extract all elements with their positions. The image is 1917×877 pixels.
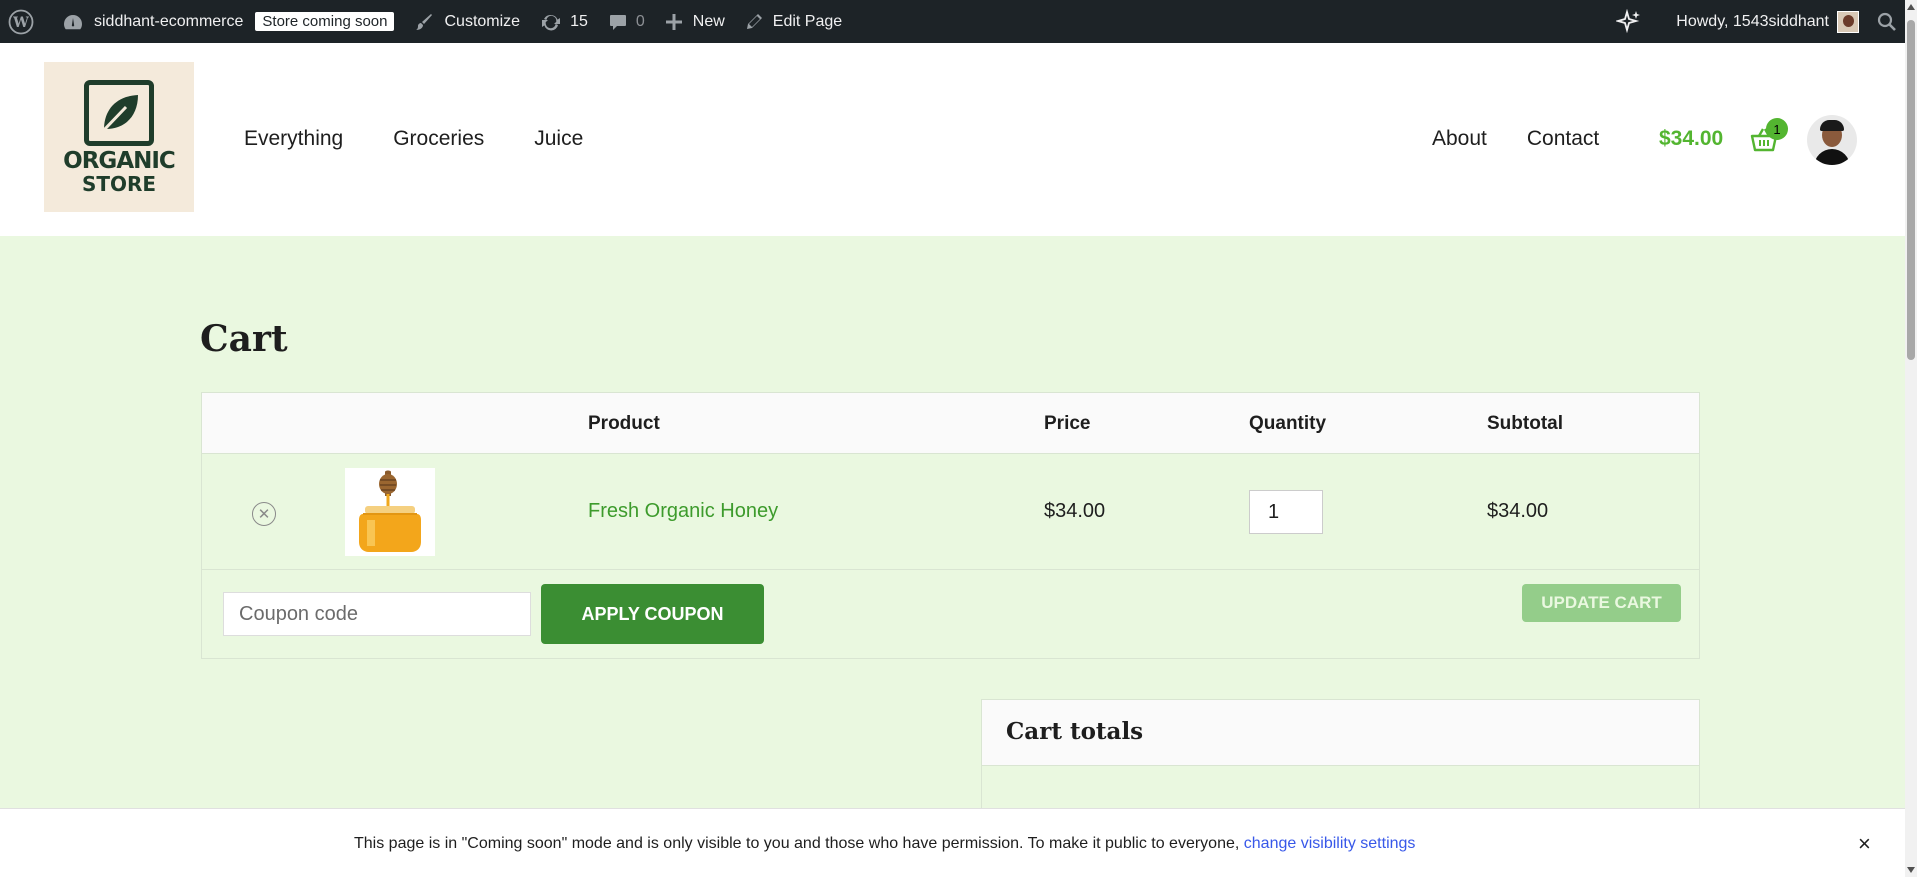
- column-header-subtotal: Subtotal: [1487, 413, 1563, 434]
- header-cart-total[interactable]: $34.00: [1659, 127, 1723, 151]
- coupon-placeholder: Coupon code: [239, 602, 358, 625]
- user-avatar[interactable]: [1807, 115, 1857, 165]
- pencil-icon: [746, 13, 762, 29]
- sparkle-icon: [1616, 8, 1641, 33]
- nav-item-about[interactable]: About: [1432, 127, 1487, 151]
- store-coming-soon-badge[interactable]: Store coming soon: [255, 12, 395, 31]
- column-header-product: Product: [588, 413, 660, 434]
- updates-count: 15: [570, 12, 588, 30]
- cart-item-product-link[interactable]: Fresh Organic Honey: [588, 500, 778, 523]
- notice-text: This page is in "Coming soon" mode and i…: [354, 835, 1240, 852]
- quantity-input[interactable]: 1: [1249, 490, 1323, 534]
- close-icon[interactable]: ×: [1858, 831, 1871, 857]
- site-header: ORGANIC STORE Everything Groceries Juice…: [0, 43, 1905, 236]
- customize-link[interactable]: Customize: [404, 0, 530, 43]
- page-title: Cart: [200, 318, 288, 360]
- site-logo[interactable]: ORGANIC STORE: [44, 62, 194, 212]
- search-icon: [1877, 12, 1896, 31]
- new-label: New: [692, 12, 725, 30]
- nav-item-groceries[interactable]: Groceries: [393, 127, 484, 151]
- svg-text:W: W: [12, 15, 29, 31]
- store-status: Store coming soon: [253, 0, 404, 43]
- site-name: siddhant-ecommerce: [94, 12, 244, 30]
- coming-soon-notice: This page is in "Coming soon" mode and i…: [0, 808, 1905, 877]
- cart-item-price: $34.00: [1044, 500, 1106, 522]
- logo-line2: STORE: [81, 171, 157, 196]
- primary-nav: Everything Groceries Juice: [244, 127, 583, 151]
- admin-bar-right: Howdy, 1543siddhant: [1606, 0, 1917, 43]
- admin-bar: W siddhant-ecommerce Store coming soon C…: [0, 0, 1917, 43]
- dashboard-icon: [64, 14, 83, 29]
- column-header-price: Price: [1044, 413, 1091, 434]
- customize-label: Customize: [444, 12, 521, 30]
- notice-message: This page is in "Coming soon" mode and i…: [354, 835, 1415, 853]
- ai-sparkle-button[interactable]: [1606, 0, 1666, 43]
- table-row: ✕ Fresh Organic Honey $34.00 1 $34.00: [202, 454, 1699, 570]
- scroll-thumb[interactable]: [1907, 20, 1915, 360]
- logo-line1: ORGANIC: [63, 147, 176, 174]
- scroll-up-arrow-icon[interactable]: [1907, 4, 1915, 10]
- new-content-menu[interactable]: New: [655, 0, 735, 43]
- paintbrush-icon: [416, 13, 433, 30]
- admin-avatar: [1837, 10, 1859, 33]
- apply-coupon-button[interactable]: APPLY COUPON: [541, 584, 764, 644]
- nav-item-juice[interactable]: Juice: [534, 127, 583, 151]
- nav-item-everything[interactable]: Everything: [244, 127, 343, 151]
- site-name-menu[interactable]: siddhant-ecommerce: [44, 0, 253, 43]
- user-account-menu[interactable]: Howdy, 1543siddhant: [1666, 0, 1867, 43]
- update-cart-button[interactable]: UPDATE CART: [1522, 584, 1681, 622]
- cart-item-subtotal: $34.00: [1487, 500, 1549, 522]
- edit-page-link[interactable]: Edit Page: [735, 0, 852, 43]
- page-scrollbar[interactable]: [1905, 0, 1917, 877]
- edit-page-label: Edit Page: [772, 12, 843, 30]
- cart-totals-title: Cart totals: [982, 700, 1699, 766]
- secondary-nav: About Contact: [1432, 127, 1599, 151]
- product-thumbnail-honey[interactable]: [345, 468, 435, 556]
- howdy-text: Howdy, 1543siddhant: [1676, 12, 1829, 30]
- column-header-quantity: Quantity: [1249, 413, 1327, 434]
- cart-table-header: Product Price Quantity Subtotal: [202, 393, 1699, 454]
- plus-icon: [665, 13, 682, 30]
- coupon-code-input[interactable]: Coupon code: [223, 592, 531, 636]
- comments-link[interactable]: 0: [598, 0, 655, 43]
- comment-bubble-icon: [609, 14, 626, 30]
- leaf-icon: [84, 79, 154, 146]
- cart-table: Product Price Quantity Subtotal ✕ Fresh …: [201, 392, 1700, 659]
- remove-item-icon[interactable]: ✕: [252, 502, 276, 526]
- comments-count: 0: [635, 12, 645, 30]
- scroll-down-arrow-icon[interactable]: [1907, 867, 1915, 873]
- wordpress-logo-icon[interactable]: W: [0, 0, 44, 43]
- nav-item-contact[interactable]: Contact: [1527, 127, 1599, 151]
- updates-icon: [542, 14, 561, 31]
- cart-count-badge: 1: [1766, 118, 1788, 140]
- change-visibility-link[interactable]: change visibility settings: [1244, 835, 1416, 852]
- updates-link[interactable]: 15: [530, 0, 598, 43]
- quantity-value: 1: [1268, 500, 1280, 523]
